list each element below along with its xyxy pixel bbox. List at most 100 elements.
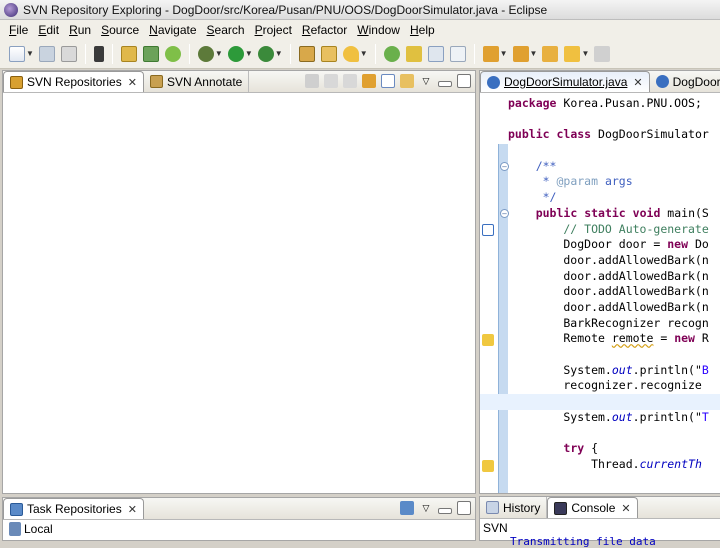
external-tools-dropdown-icon[interactable]: ▼ xyxy=(275,49,283,58)
previous-annotation-dropdown-icon[interactable]: ▼ xyxy=(530,49,538,58)
forward-icon[interactable] xyxy=(343,74,357,88)
code-line[interactable]: public class DogDoorSimulator xyxy=(508,127,720,143)
new-class-icon[interactable] xyxy=(142,45,159,62)
tab-dogdoorsimulator-java[interactable]: DogDoorSimulator.java ✕ xyxy=(480,71,650,92)
add-repository-icon[interactable] xyxy=(400,501,414,515)
menu-item-help[interactable]: Help xyxy=(405,23,440,37)
menu-mnemonic: R xyxy=(301,22,311,37)
close-icon[interactable]: ✕ xyxy=(621,502,630,515)
next-annotation-icon[interactable] xyxy=(482,45,499,62)
close-icon[interactable]: ✕ xyxy=(128,76,137,89)
code-line[interactable]: /** xyxy=(508,159,720,175)
code-line[interactable]: System.out.println("T xyxy=(508,410,720,426)
forward-icon[interactable] xyxy=(594,45,611,62)
code-line-current[interactable] xyxy=(480,394,720,410)
code-token: door.addAllowedBark(n xyxy=(508,299,709,314)
code-line[interactable] xyxy=(508,143,720,159)
refresh-icon[interactable] xyxy=(362,74,376,88)
code-line[interactable]: try { xyxy=(508,441,720,457)
menu-item-search[interactable]: Search xyxy=(202,23,250,37)
search-dropdown-icon[interactable]: ▼ xyxy=(360,49,368,58)
last-edit-icon[interactable] xyxy=(542,45,559,62)
task-marker-icon[interactable] xyxy=(482,224,494,236)
tab-label: Task Repositories xyxy=(27,502,122,516)
code-line[interactable]: Remote remote = new R xyxy=(508,331,720,347)
code-line[interactable]: door.addAllowedBark(n xyxy=(508,284,720,300)
show-whitespace-icon[interactable] xyxy=(427,45,444,62)
code-line[interactable] xyxy=(508,112,720,128)
menu-item-window[interactable]: Window xyxy=(352,23,405,37)
code-line[interactable]: // TODO Auto-generate xyxy=(508,222,720,238)
debug-icon[interactable] xyxy=(197,45,214,62)
maximize-icon[interactable] xyxy=(457,501,471,515)
device-icon[interactable] xyxy=(93,45,104,62)
code-line[interactable] xyxy=(508,425,720,441)
run-dropdown-icon[interactable]: ▼ xyxy=(245,49,253,58)
menu-item-navigate[interactable]: Navigate xyxy=(144,23,201,37)
close-icon[interactable]: ✕ xyxy=(128,503,137,516)
print-icon[interactable] xyxy=(60,45,77,62)
back-dropdown-icon[interactable]: ▼ xyxy=(581,49,589,58)
java-file-icon xyxy=(487,75,500,89)
menu-label: avigate xyxy=(157,22,197,37)
highlight-icon[interactable] xyxy=(405,45,422,62)
new-repository-icon[interactable] xyxy=(400,74,414,88)
tab-history[interactable]: History xyxy=(480,497,548,518)
code-line[interactable]: door.addAllowedBark(n xyxy=(508,269,720,285)
code-line[interactable]: */ xyxy=(508,190,720,206)
collapse-all-icon[interactable] xyxy=(381,74,395,88)
close-icon[interactable]: ✕ xyxy=(633,76,642,89)
menu-item-refactor[interactable]: Refactor xyxy=(297,23,352,37)
code-line[interactable]: door.addAllowedBark(n xyxy=(508,300,720,316)
code-area[interactable]: package Korea.Pusan.PNU.OOS; public clas… xyxy=(480,96,720,473)
code-line[interactable]: BarkRecognizer recogn xyxy=(508,316,720,332)
back-icon[interactable] xyxy=(324,74,338,88)
list-item-local-repository[interactable]: Local xyxy=(9,522,53,536)
search-icon[interactable] xyxy=(342,45,359,62)
tab-svn-repositories[interactable]: SVN Repositories ✕ xyxy=(3,71,144,92)
code-line[interactable]: public static void main(S xyxy=(508,206,720,222)
save-icon[interactable] xyxy=(38,45,55,62)
new-dropdown-icon[interactable]: ▼ xyxy=(26,49,34,58)
code-line[interactable]: door.addAllowedBark(n xyxy=(508,253,720,269)
minimize-icon[interactable] xyxy=(438,508,452,514)
code-line[interactable]: * @param args xyxy=(508,174,720,190)
next-annotation-dropdown-icon[interactable]: ▼ xyxy=(500,49,508,58)
menu-item-project[interactable]: Project xyxy=(250,23,297,37)
minimize-icon[interactable] xyxy=(438,81,452,87)
tab-task-repositories[interactable]: Task Repositories ✕ xyxy=(3,498,144,519)
menu-item-file[interactable]: File xyxy=(4,23,33,37)
home-icon[interactable] xyxy=(305,74,319,88)
open-type-icon[interactable] xyxy=(298,45,315,62)
warning-marker-icon[interactable] xyxy=(482,460,494,472)
code-line[interactable]: DogDoor door = new Do xyxy=(508,237,720,253)
open-folder-icon[interactable] xyxy=(320,45,337,62)
menu-item-run[interactable]: Run xyxy=(64,23,96,37)
tab-dogdoor[interactable]: DogDoor xyxy=(650,71,720,92)
code-line[interactable] xyxy=(508,347,720,363)
view-menu-icon[interactable]: ▽ xyxy=(419,501,433,515)
editor-body[interactable]: – – package Korea.Pusan.PNU.OOS; public … xyxy=(480,94,720,493)
code-line[interactable]: System.out.println("B xyxy=(508,363,720,379)
tab-svn-annotate[interactable]: SVN Annotate xyxy=(144,71,250,92)
new-icon[interactable] xyxy=(9,45,25,62)
add-icon[interactable] xyxy=(164,45,181,62)
paragraph-icon[interactable] xyxy=(449,45,466,62)
code-token: DogDoor door = xyxy=(508,237,668,252)
toggle-mark-occurrences-icon[interactable] xyxy=(383,45,400,62)
code-line[interactable]: recognizer.recognize xyxy=(508,378,720,394)
debug-dropdown-icon[interactable]: ▼ xyxy=(215,49,223,58)
code-line[interactable]: Thread.currentTh xyxy=(508,457,720,473)
run-icon[interactable] xyxy=(227,45,244,62)
maximize-icon[interactable] xyxy=(457,74,471,88)
tab-console[interactable]: Console ✕ xyxy=(547,497,638,518)
warning-marker-icon[interactable] xyxy=(482,334,494,346)
new-package-icon[interactable] xyxy=(120,45,137,62)
menu-item-edit[interactable]: Edit xyxy=(33,23,64,37)
view-menu-icon[interactable]: ▽ xyxy=(419,74,433,88)
back-icon[interactable] xyxy=(564,45,581,62)
previous-annotation-icon[interactable] xyxy=(512,45,529,62)
menu-item-source[interactable]: Source xyxy=(96,23,144,37)
code-line[interactable]: package Korea.Pusan.PNU.OOS; xyxy=(508,96,720,112)
external-tools-icon[interactable] xyxy=(257,45,274,62)
